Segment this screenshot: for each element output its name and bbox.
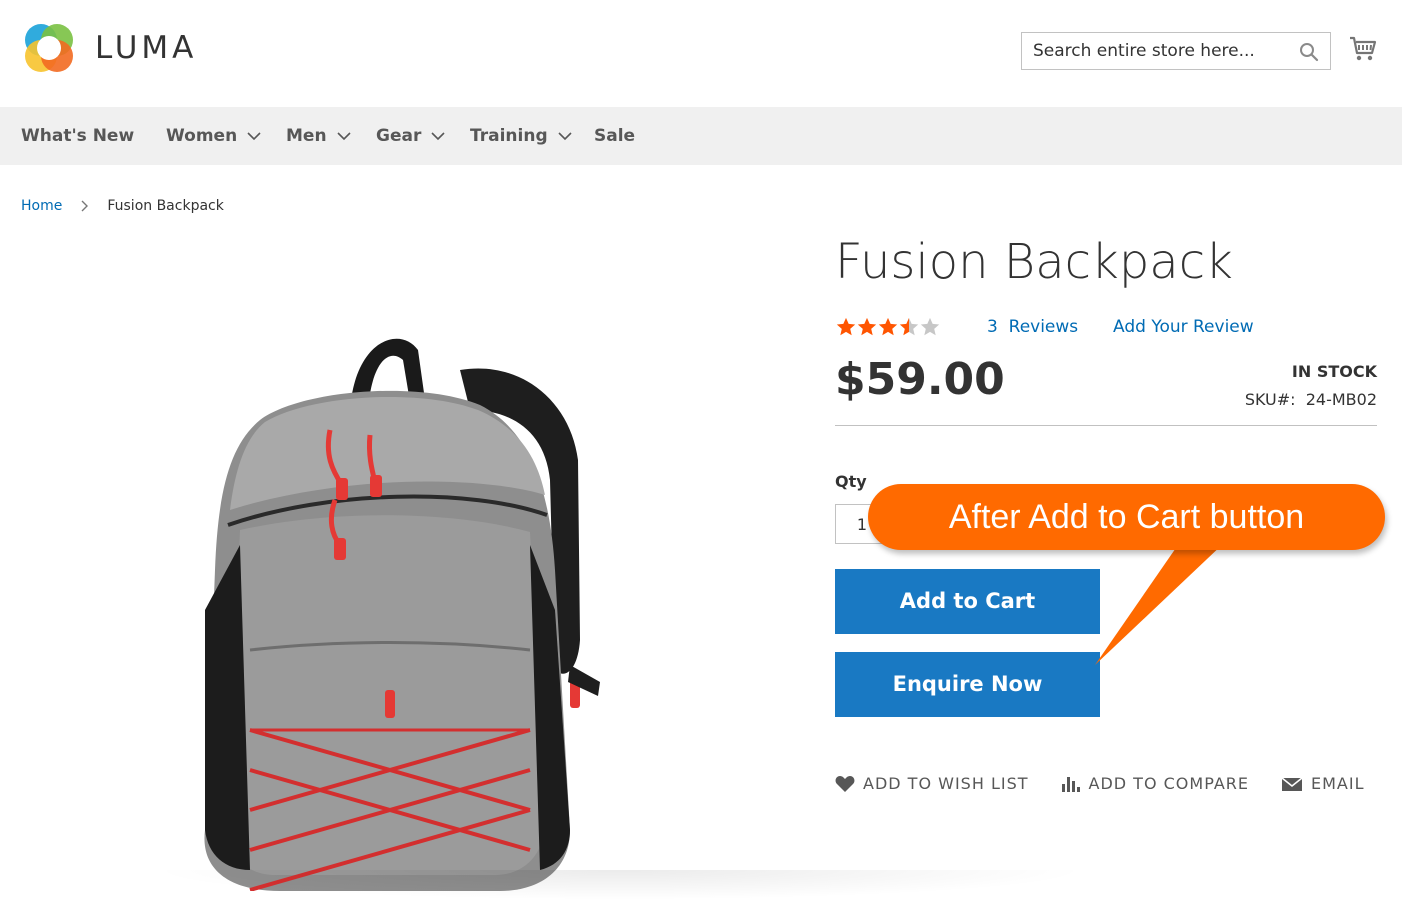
breadcrumb: Home Fusion Backpack [21, 198, 224, 214]
callout-bubble: After Add to Cart button [868, 484, 1385, 550]
main-navigation: What's New Women Men Gear Training Sale [0, 107, 1402, 165]
nav-item-whats-new[interactable]: What's New [21, 107, 134, 165]
divider [835, 425, 1377, 426]
nav-item-training[interactable]: Training [470, 107, 572, 165]
cart-icon[interactable] [1349, 34, 1377, 62]
email-link[interactable]: EMAIL [1281, 774, 1365, 793]
nav-item-label: Sale [594, 126, 636, 146]
nav-item-sale[interactable]: Sale [594, 107, 635, 165]
star-full-icon [878, 317, 898, 336]
compare-label: ADD TO COMPARE [1088, 774, 1249, 793]
star-full-icon [857, 317, 877, 336]
reviews-word: Reviews [1008, 317, 1079, 337]
sku-value: 24-MB02 [1305, 390, 1377, 409]
callout-text: After Add to Cart button [948, 498, 1305, 536]
envelope-icon [1281, 776, 1303, 791]
luma-logo-icon [25, 24, 73, 72]
rating-stars [835, 316, 940, 338]
compare-bars-icon [1061, 776, 1080, 792]
product-title: Fusion Backpack [835, 234, 1233, 290]
chevron-down-icon [558, 132, 572, 141]
wishlist-label: ADD TO WISH LIST [863, 774, 1029, 793]
reviews-count: 3 [987, 317, 998, 337]
star-empty-icon [920, 317, 940, 336]
email-label: EMAIL [1311, 774, 1365, 793]
star-half-icon [899, 317, 919, 336]
store-logo[interactable]: LUMA [21, 20, 197, 76]
breadcrumb-home-link[interactable]: Home [21, 198, 62, 214]
image-shadow [150, 870, 1090, 900]
add-to-compare-link[interactable]: ADD TO COMPARE [1061, 774, 1250, 793]
chevron-down-icon [336, 132, 351, 141]
nav-item-label: Training [470, 126, 548, 146]
nav-item-label: Men [286, 126, 327, 146]
chevron-down-icon [247, 132, 261, 141]
search-icon[interactable] [1299, 42, 1319, 62]
stock-status: IN STOCK [1291, 362, 1377, 381]
product-sku: SKU#: 24-MB02 [1245, 390, 1377, 409]
chevron-down-icon [431, 132, 445, 141]
search-box [1021, 32, 1331, 70]
breadcrumb-current: Fusion Backpack [107, 198, 224, 214]
chevron-right-icon [81, 200, 89, 212]
heart-icon [835, 775, 855, 792]
add-review-link[interactable]: Add Your Review [1113, 317, 1254, 337]
product-image[interactable] [100, 310, 660, 891]
nav-item-women[interactable]: Women [166, 107, 261, 165]
nav-item-men[interactable]: Men [286, 107, 351, 165]
callout-pointer [1095, 542, 1225, 665]
add-to-wishlist-link[interactable]: ADD TO WISH LIST [835, 774, 1029, 793]
qty-label: Qty [835, 472, 867, 491]
nav-item-label: Gear [376, 126, 422, 146]
product-social-links: ADD TO WISH LIST ADD TO COMPARE EMAIL [835, 774, 1365, 793]
logo-text: LUMA [95, 30, 198, 66]
reviews-link[interactable]: 3 Reviews [987, 317, 1078, 337]
nav-item-label: What's New [21, 126, 135, 146]
nav-item-label: Women [166, 126, 238, 146]
star-full-icon [836, 317, 856, 336]
search-input[interactable] [1022, 33, 1303, 69]
sku-label: SKU#: [1244, 390, 1296, 409]
page-header: LUMA [0, 0, 1402, 107]
product-price: $59.00 [835, 354, 1005, 405]
add-to-cart-button[interactable]: Add to Cart [835, 569, 1100, 634]
nav-item-gear[interactable]: Gear [376, 107, 445, 165]
enquire-now-button[interactable]: Enquire Now [835, 652, 1100, 717]
